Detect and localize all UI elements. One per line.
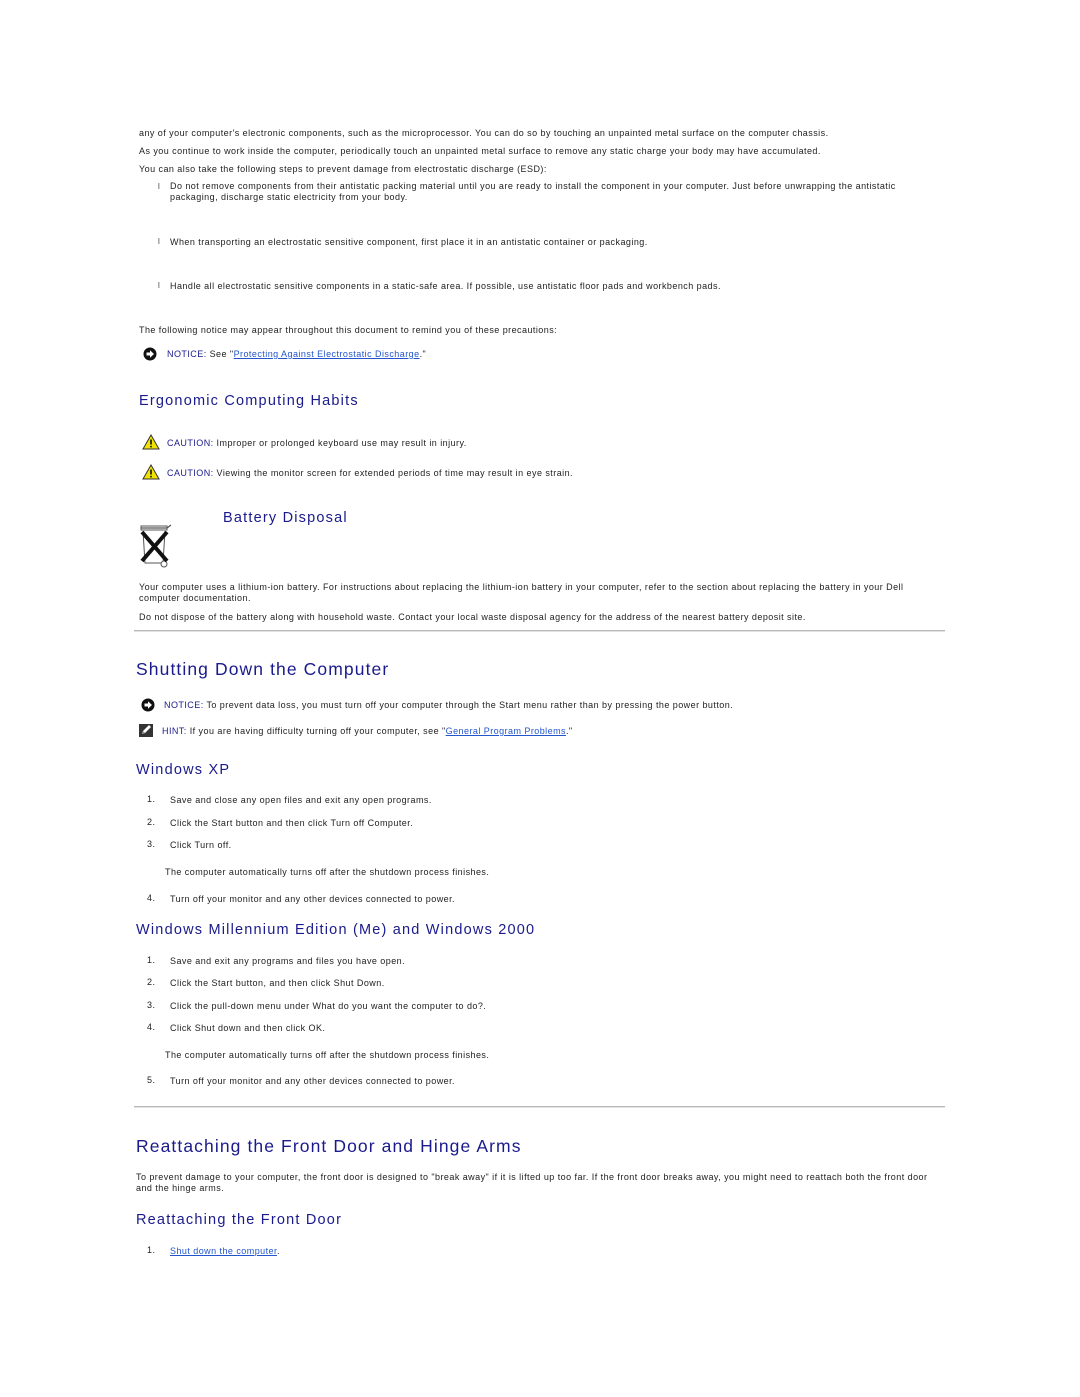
xp-step-3: Click Turn off. <box>170 840 232 850</box>
notice-text: To prevent data loss, you must turn off … <box>203 700 734 710</box>
shutdown-hint: HINT: If you are having difficulty turni… <box>162 725 573 737</box>
notice-label: NOTICE: <box>167 349 207 359</box>
notice-intro: The following notice may appear througho… <box>139 325 558 335</box>
bullet-marker: l <box>158 281 160 290</box>
me-step-3: Click the pull-down menu under What do y… <box>170 1001 487 1011</box>
notice-text: See " <box>206 349 234 359</box>
shutdown-notice: NOTICE: To prevent data loss, you must t… <box>164 699 733 711</box>
windows-me-2000-heading: Windows Millennium Edition (Me) and Wind… <box>136 922 536 938</box>
me-step-5: Turn off your monitor and any other devi… <box>170 1076 455 1086</box>
intro-line-1: any of your computer's electronic compon… <box>139 128 829 138</box>
xp-step-2: Click the Start button and then click Tu… <box>170 818 414 828</box>
step-number: 3. <box>147 839 156 849</box>
esd-link[interactable]: Protecting Against Electrostatic Dischar… <box>234 349 420 359</box>
front-door-step-1: Shut down the computer. <box>170 1245 280 1257</box>
me-step-2: Click the Start button, and then click S… <box>170 978 385 988</box>
crossed-bin-icon <box>137 521 177 569</box>
bullet-marker: l <box>158 237 160 246</box>
notice-label: NOTICE: <box>164 700 204 710</box>
step-number: 4. <box>147 1022 156 1032</box>
step-number: 1. <box>147 794 156 804</box>
caution-1: CAUTION: Improper or prolonged keyboard … <box>167 437 467 449</box>
battery-paragraph-1: Your computer uses a lithium-ion battery… <box>139 582 904 603</box>
hint-text: If you are having difficulty turning off… <box>186 726 446 736</box>
caution-2: CAUTION: Viewing the monitor screen for … <box>167 467 573 479</box>
esd-bullet-2: When transporting an electrostatic sensi… <box>170 237 648 247</box>
caution-icon <box>142 463 160 480</box>
notice-icon <box>143 347 157 361</box>
step-number: 2. <box>147 817 156 827</box>
ergonomic-heading: Ergonomic Computing Habits <box>139 393 359 409</box>
step-text-end: . <box>276 1246 280 1256</box>
hint-text-end: ." <box>565 726 573 736</box>
shut-down-computer-link[interactable]: Shut down the computer <box>170 1246 277 1256</box>
intro-line-2: As you continue to work inside the compu… <box>139 146 821 156</box>
notice-icon <box>141 698 155 712</box>
reattach-front-door-heading: Reattaching the Front Door <box>136 1212 343 1228</box>
xp-step-4: Turn off your monitor and any other devi… <box>170 894 455 904</box>
xp-note: The computer automatically turns off aft… <box>165 867 490 877</box>
me-step-4: Click Shut down and then click OK. <box>170 1023 326 1033</box>
hint-pencil-icon <box>139 724 153 737</box>
step-number: 5. <box>147 1075 156 1085</box>
notice-text-end: ." <box>419 349 427 359</box>
divider <box>134 630 945 632</box>
front-door-heading: Reattaching the Front Door and Hinge Arm… <box>136 1136 522 1156</box>
caution-icon <box>142 433 160 450</box>
front-door-paragraph: To prevent damage to your computer, the … <box>136 1172 928 1193</box>
battery-paragraph-2: Do not dispose of the battery along with… <box>139 612 806 622</box>
step-number: 4. <box>147 893 156 903</box>
shutdown-heading: Shutting Down the Computer <box>136 659 390 679</box>
divider <box>134 1106 945 1108</box>
esd-bullet-1: Do not remove components from their anti… <box>170 181 896 202</box>
caution-label: CAUTION: <box>167 438 214 448</box>
me-note: The computer automatically turns off aft… <box>165 1050 490 1060</box>
step-number: 1. <box>147 1245 156 1255</box>
caution-text: Improper or prolonged keyboard use may r… <box>213 438 467 448</box>
step-number: 2. <box>147 977 156 987</box>
caution-label: CAUTION: <box>167 468 214 478</box>
general-program-problems-link[interactable]: General Program Problems <box>446 726 566 736</box>
caution-text: Viewing the monitor screen for extended … <box>213 468 574 478</box>
xp-step-1: Save and close any open files and exit a… <box>170 795 432 805</box>
battery-heading: Battery Disposal <box>223 510 348 526</box>
esd-bullet-3: Handle all electrostatic sensitive compo… <box>170 281 721 291</box>
bullet-marker: l <box>158 182 160 191</box>
step-number: 3. <box>147 1000 156 1010</box>
esd-notice: NOTICE: See "Protecting Against Electros… <box>167 348 426 360</box>
windows-xp-heading: Windows XP <box>136 762 231 778</box>
hint-label: HINT: <box>162 726 187 736</box>
step-number: 1. <box>147 955 156 965</box>
intro-line-3: You can also take the following steps to… <box>139 164 547 174</box>
me-step-1: Save and exit any programs and files you… <box>170 956 406 966</box>
